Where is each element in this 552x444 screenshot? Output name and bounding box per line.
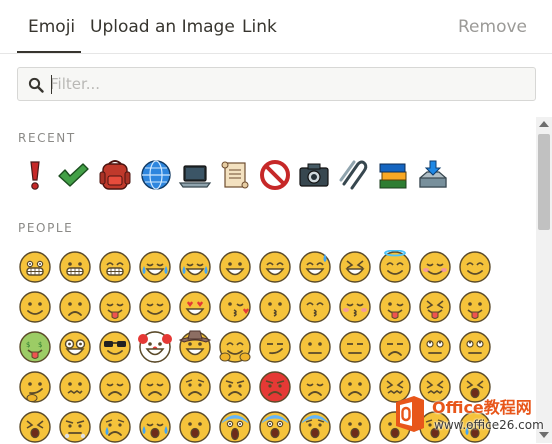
tongue-emoji-icon[interactable] bbox=[458, 290, 492, 324]
happy-emoji-icon[interactable] bbox=[458, 250, 492, 284]
laptop-icon[interactable] bbox=[178, 158, 212, 192]
confused-emoji-icon[interactable] bbox=[58, 370, 92, 404]
kissing-closed-emoji-icon[interactable] bbox=[338, 290, 372, 324]
worried-emoji-icon[interactable] bbox=[178, 370, 212, 404]
expressionless-emoji-icon[interactable] bbox=[338, 330, 372, 364]
sad-emoji-icon[interactable] bbox=[298, 370, 332, 404]
scroll-up-arrow-icon[interactable] bbox=[539, 121, 549, 127]
eye-roll-emoji-icon[interactable] bbox=[418, 330, 452, 364]
hushed-emoji-icon[interactable] bbox=[338, 410, 372, 444]
svg-text:$: $ bbox=[26, 341, 30, 349]
backpack-icon[interactable] bbox=[98, 158, 132, 192]
fearful-emoji-icon[interactable] bbox=[258, 410, 292, 444]
kissing-smiling-emoji-icon[interactable] bbox=[298, 290, 332, 324]
pensive-emoji-icon[interactable] bbox=[98, 370, 132, 404]
heart-eyes-emoji-icon[interactable] bbox=[178, 290, 212, 324]
blush-emoji-icon[interactable] bbox=[418, 250, 452, 284]
check-mark-icon[interactable] bbox=[56, 158, 90, 192]
sunglasses-emoji-icon[interactable] bbox=[98, 330, 132, 364]
scroll-icon[interactable] bbox=[218, 158, 252, 192]
upside-down-emoji-icon[interactable] bbox=[58, 290, 92, 324]
section-recent-label: RECENT bbox=[18, 131, 76, 145]
open-mouth-emoji-icon[interactable] bbox=[178, 410, 212, 444]
rofl-emoji-icon[interactable] bbox=[178, 250, 212, 284]
scrollbar-thumb[interactable] bbox=[538, 134, 550, 230]
active-tab-indicator bbox=[17, 51, 81, 53]
thinking-emoji-icon[interactable] bbox=[18, 370, 52, 404]
squint-tongue-emoji-icon[interactable] bbox=[418, 290, 452, 324]
wink-tongue-emoji-icon[interactable] bbox=[378, 290, 412, 324]
yum-emoji-icon[interactable] bbox=[98, 290, 132, 324]
tab-upload-image[interactable]: Upload an Image bbox=[90, 17, 235, 37]
search-icon bbox=[28, 77, 44, 93]
watermark-title: Office教程网 bbox=[432, 398, 532, 417]
sob-emoji-icon[interactable] bbox=[138, 410, 172, 444]
section-people-label: PEOPLE bbox=[18, 221, 74, 235]
thinking-alt-emoji-icon[interactable] bbox=[458, 330, 492, 364]
prohibited-icon[interactable] bbox=[258, 158, 292, 192]
halo-emoji-icon[interactable] bbox=[378, 250, 412, 284]
filter-input[interactable] bbox=[50, 72, 520, 96]
exclamation-icon[interactable] bbox=[18, 158, 52, 192]
nerd-emoji-icon[interactable] bbox=[58, 330, 92, 364]
grimacing-emoji-icon[interactable] bbox=[18, 250, 52, 284]
frowning-emoji-icon[interactable] bbox=[338, 370, 372, 404]
joy-emoji-icon[interactable] bbox=[138, 250, 172, 284]
kissing-heart-emoji-icon[interactable] bbox=[218, 290, 252, 324]
camera-icon[interactable] bbox=[297, 158, 331, 192]
slight-smile-emoji-icon[interactable] bbox=[18, 290, 52, 324]
hugging-emoji-icon[interactable] bbox=[218, 330, 252, 364]
grin-emoji-icon[interactable] bbox=[98, 250, 132, 284]
cold-sweat-emoji-icon[interactable] bbox=[298, 410, 332, 444]
angry-emoji-icon[interactable] bbox=[218, 370, 252, 404]
unamused-emoji-icon[interactable] bbox=[378, 330, 412, 364]
paperclips-icon[interactable] bbox=[336, 158, 370, 192]
scream-emoji-icon[interactable] bbox=[218, 410, 252, 444]
disappointed-emoji-icon[interactable] bbox=[138, 370, 172, 404]
smirk-emoji-icon[interactable] bbox=[258, 330, 292, 364]
remove-button[interactable]: Remove bbox=[458, 17, 527, 37]
laughing-emoji-icon[interactable] bbox=[338, 250, 372, 284]
smiley-emoji-icon[interactable] bbox=[218, 250, 252, 284]
neutral-emoji-icon[interactable] bbox=[298, 330, 332, 364]
weary-emoji-icon[interactable] bbox=[18, 410, 52, 444]
pouting-emoji-icon[interactable] bbox=[258, 370, 292, 404]
triumph-emoji-icon[interactable] bbox=[58, 410, 92, 444]
books-icon[interactable] bbox=[376, 158, 410, 192]
tab-bar: Emoji Upload an Image Link Remove bbox=[0, 0, 552, 54]
globe-icon[interactable] bbox=[139, 158, 173, 192]
smile-emoji-icon[interactable] bbox=[258, 250, 292, 284]
tab-link[interactable]: Link bbox=[242, 17, 277, 37]
kissing-emoji-icon[interactable] bbox=[258, 290, 292, 324]
clown-emoji-icon[interactable] bbox=[138, 330, 172, 364]
sweat-smile-emoji-icon[interactable] bbox=[298, 250, 332, 284]
grinning-emoji-icon[interactable] bbox=[58, 250, 92, 284]
watermark: Office教程网 www.office26.com bbox=[388, 388, 552, 443]
relieved-emoji-icon[interactable] bbox=[138, 290, 172, 324]
tab-emoji[interactable]: Emoji bbox=[28, 17, 75, 37]
office-logo-icon bbox=[396, 396, 424, 432]
money-mouth-emoji-icon[interactable]: $ $ bbox=[18, 330, 52, 364]
filter-field[interactable] bbox=[17, 67, 536, 101]
watermark-url: www.office26.com bbox=[434, 418, 544, 432]
cry-emoji-icon[interactable] bbox=[98, 410, 132, 444]
inbox-tray-icon[interactable] bbox=[416, 158, 450, 192]
svg-text:$: $ bbox=[38, 341, 42, 349]
cowboy-emoji-icon[interactable] bbox=[178, 330, 212, 364]
text-caret bbox=[51, 75, 52, 94]
